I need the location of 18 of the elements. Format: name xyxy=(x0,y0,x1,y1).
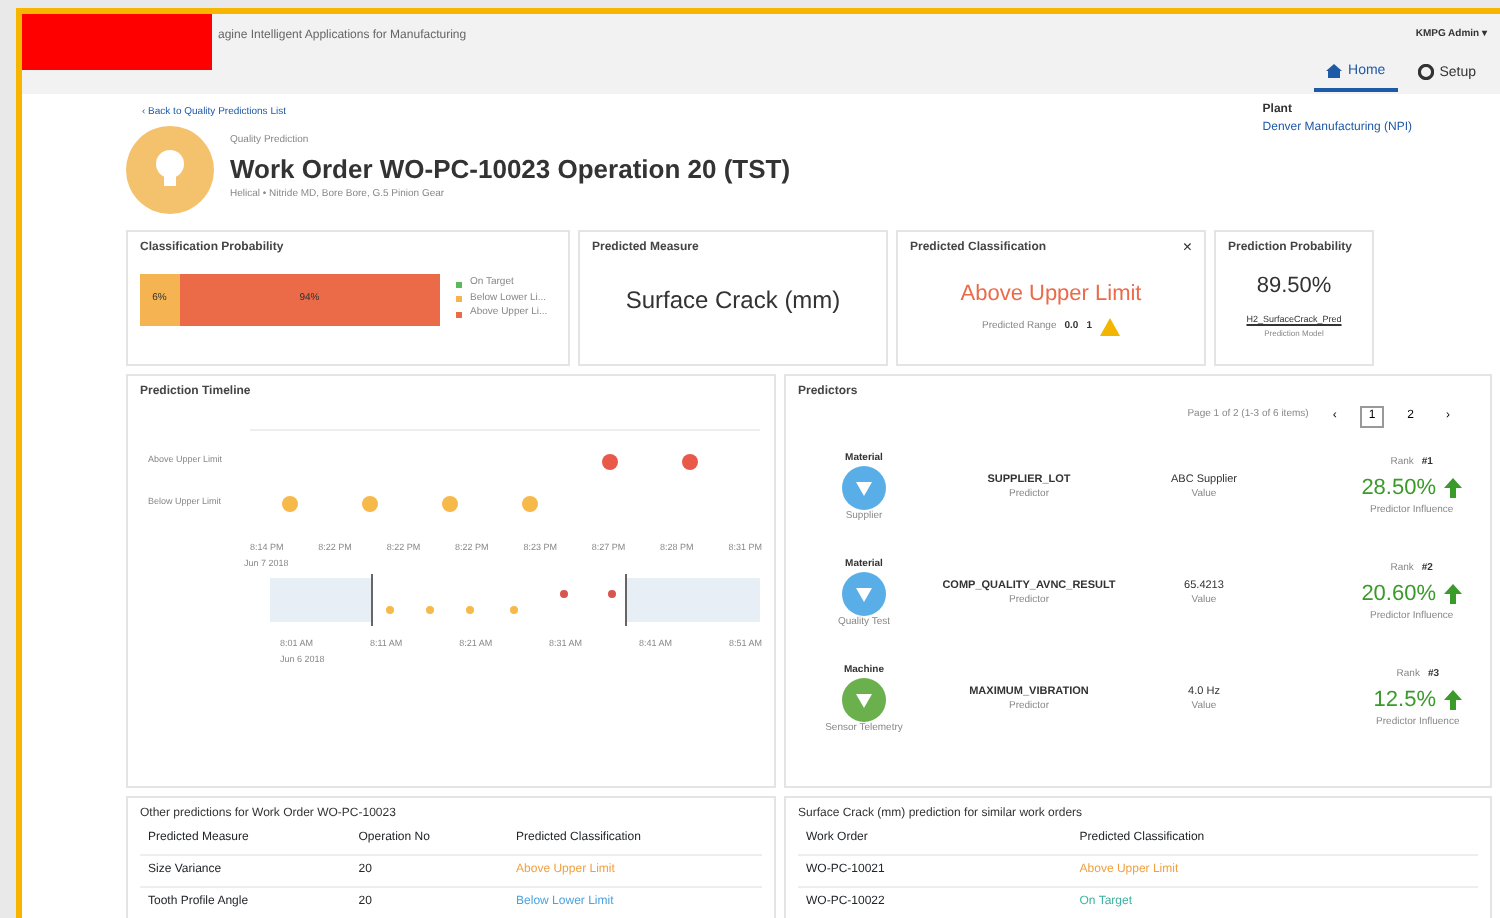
close-icon[interactable]: × xyxy=(1182,239,1192,257)
home-icon xyxy=(1326,63,1343,78)
arrow-up-icon xyxy=(1444,584,1462,604)
classification-value: Above Upper Limit xyxy=(958,279,1144,309)
settings-icon xyxy=(1417,64,1434,81)
category-icon xyxy=(842,678,886,722)
measure-value: Surface Crack (mm) xyxy=(623,283,843,317)
lightbulb-icon xyxy=(126,125,214,213)
probability-value: 89.50% xyxy=(1254,271,1334,301)
category-icon xyxy=(842,572,886,616)
arrow-up-icon xyxy=(1444,478,1462,498)
category-icon xyxy=(842,466,886,510)
influence-value: 12.5% xyxy=(1373,685,1436,716)
influence-value: 28.50% xyxy=(1361,473,1436,504)
page-title: Work Order WO-PC-10023 Operation 20 (TST) xyxy=(230,151,791,188)
arrow-up-icon xyxy=(1444,690,1462,710)
influence-value: 20.60% xyxy=(1361,579,1436,610)
warning-icon xyxy=(1099,318,1120,336)
